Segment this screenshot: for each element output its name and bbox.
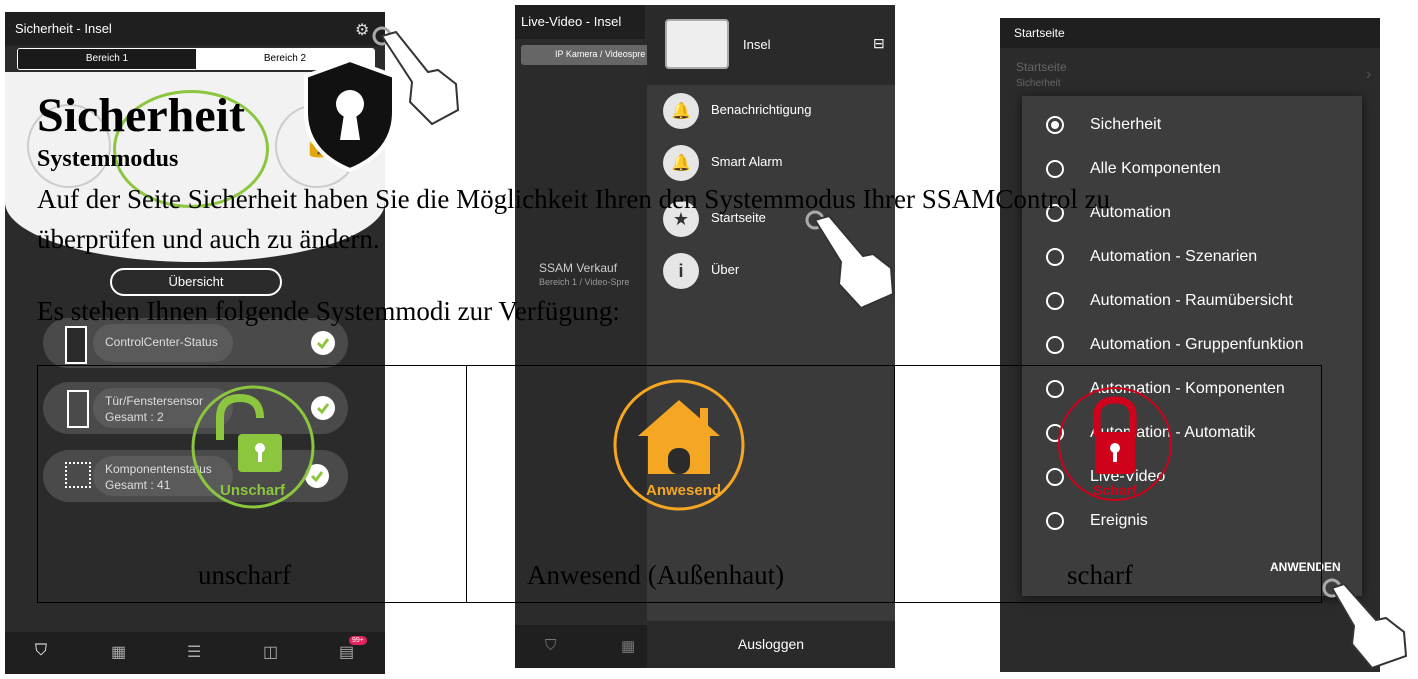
camera-tab-label: IP Kamera / Videospre — [555, 49, 646, 59]
radio-option-1[interactable] — [1046, 160, 1064, 178]
switch-device-icon[interactable]: ⊟ — [873, 35, 885, 52]
camera-tab[interactable]: IP Kamera / Videospre — [521, 45, 651, 65]
app-bar-title: Startseite — [1014, 26, 1065, 40]
doc-heading: Sicherheit — [37, 89, 245, 142]
table-divider-1 — [466, 366, 467, 602]
settings-gear-icon[interactable]: ⚙ — [355, 20, 369, 40]
overview-button[interactable]: Übersicht — [110, 268, 282, 296]
check-icon — [311, 331, 335, 355]
table-cell-unscharf: unscharf — [198, 560, 291, 590]
app-bar-title: Sicherheit - Insel — [15, 21, 112, 36]
menu-item-label: Über — [711, 262, 740, 277]
nav-security-icon[interactable]: ⛉ — [35, 642, 47, 660]
nav-automation-icon[interactable]: ☰ — [187, 642, 201, 662]
app-bar: Live-Video - Insel — [515, 5, 645, 39]
unscharf-mode-icon: Unscharf — [188, 382, 318, 512]
menu-item-label: Smart Alarm — [711, 154, 783, 169]
controlcenter-box-icon — [65, 326, 87, 364]
scharf-mode-icon: Scharf — [1055, 378, 1175, 510]
logout-button[interactable]: Ausloggen — [647, 621, 895, 668]
radio-label: Sicherheit — [1090, 116, 1162, 133]
bell-icon: 🔔 — [663, 93, 699, 129]
nav-events-icon[interactable]: ▤ — [339, 642, 354, 662]
table-divider-2 — [894, 366, 895, 602]
radio-label: Alle Komponenten — [1090, 160, 1221, 177]
radio-label: Automation - Raumübersicht — [1090, 292, 1293, 309]
startpage-setting-row[interactable]: Startseite Sicherheit › — [1000, 50, 1380, 98]
radio-option-4[interactable] — [1046, 292, 1064, 310]
setting-sub: Sicherheit — [1016, 78, 1061, 89]
radio-label: Automation - Szenarien — [1090, 248, 1258, 265]
anwesend-mode-label: Anwesend — [646, 482, 722, 499]
bottom-nav: ⛉ ▦ ☰ ◫ ▤ 99+ — [5, 632, 385, 674]
anwesend-mode-icon: Anwesend — [612, 378, 746, 512]
overview-button-label: Übersicht — [168, 274, 224, 289]
doc-paragraph-line-2: überprüfen und auch zu ändern. — [37, 224, 380, 254]
radio-option-5[interactable] — [1046, 336, 1064, 354]
pointing-hand-icon — [1322, 578, 1412, 674]
tab-area-1[interactable]: Bereich 1 — [18, 49, 196, 69]
nav-video-icon[interactable]: ◫ — [263, 642, 278, 662]
info-icon: i — [663, 253, 699, 289]
drawer-header: Insel ⊟ — [647, 5, 895, 85]
app-bar-title: Live-Video - Insel — [521, 14, 622, 29]
alarm-bell-icon: 🔔 — [663, 145, 699, 181]
chevron-right-icon: › — [1366, 66, 1372, 83]
video-list-item[interactable]: SSAM Verkauf Bereich 1 / Video-Spre — [515, 251, 647, 301]
video-list-sub: Bereich 1 / Video-Spre — [539, 277, 630, 287]
device-name: Insel — [743, 37, 771, 52]
nav-security-icon: ⛉ — [545, 637, 557, 654]
pointing-hand-icon — [372, 22, 462, 132]
events-badge: 99+ — [349, 636, 367, 645]
table-cell-anwesend: Anwesend (Außenhaut) — [527, 560, 785, 590]
radio-option-0[interactable] — [1046, 116, 1064, 134]
unscharf-mode-label: Unscharf — [220, 482, 286, 499]
drawer-backdrop-nav: ⛉ ▦ — [515, 625, 647, 668]
menu-item-label: Benachrichtigung — [711, 102, 812, 117]
doc-subheading: Systemmodus — [37, 146, 179, 172]
doc-paragraph-line-1: Auf der Seite Sicherheit haben Sie die M… — [37, 184, 1111, 214]
nav-components-icon[interactable]: ▦ — [111, 642, 126, 662]
app-bar: Startseite — [1000, 18, 1380, 48]
menu-item-smart-alarm[interactable]: 🔔 Smart Alarm — [647, 137, 895, 189]
status-row-label: ControlCenter-Status — [105, 335, 218, 349]
video-list-title: SSAM Verkauf — [539, 261, 618, 275]
setting-title: Startseite — [1016, 60, 1067, 74]
pointing-hand-icon — [805, 210, 905, 320]
app-bar: Sicherheit - Insel ⚙ — [5, 12, 385, 46]
doc-paragraph-2: Es stehen Ihnen folgende Systemmodi zur … — [37, 296, 620, 326]
radio-label: Automation - Gruppenfunktion — [1090, 336, 1304, 353]
tab-area-1-label: Bereich 1 — [85, 53, 129, 64]
logout-label: Ausloggen — [737, 636, 805, 652]
table-cell-scharf: scharf — [1067, 560, 1133, 590]
radio-option-3[interactable] — [1046, 248, 1064, 266]
nav-components-icon: ▦ — [621, 638, 636, 655]
menu-item-notification[interactable]: 🔔 Benachrichtigung — [647, 85, 895, 137]
device-icon — [665, 19, 729, 69]
scharf-mode-label: Scharf — [1093, 482, 1137, 498]
